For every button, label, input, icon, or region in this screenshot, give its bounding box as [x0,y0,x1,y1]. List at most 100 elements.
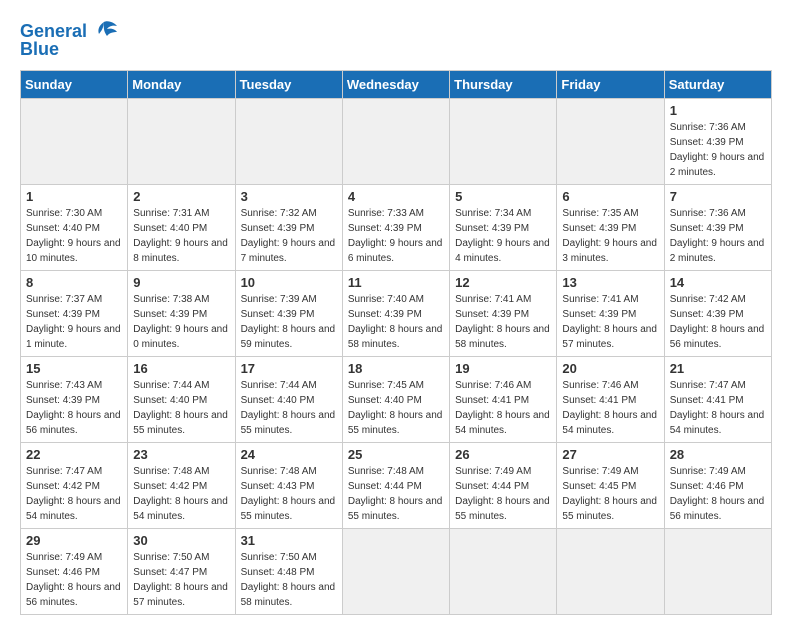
day-header-saturday: Saturday [664,70,771,98]
table-row [235,98,342,184]
table-row: 15 Sunrise: 7:43 AMSunset: 4:39 PMDaylig… [21,356,128,442]
day-info: Sunrise: 7:36 AMSunset: 4:39 PMDaylight:… [670,206,766,266]
day-number: 17 [241,361,337,376]
table-row: 19 Sunrise: 7:46 AMSunset: 4:41 PMDaylig… [450,356,557,442]
day-number: 22 [26,447,122,462]
day-info: Sunrise: 7:41 AMSunset: 4:39 PMDaylight:… [562,292,658,352]
day-info: Sunrise: 7:31 AMSunset: 4:40 PMDaylight:… [133,206,229,266]
day-number: 20 [562,361,658,376]
logo-blue-text: Blue [20,40,59,60]
table-row: 13 Sunrise: 7:41 AMSunset: 4:39 PMDaylig… [557,270,664,356]
table-row: 27 Sunrise: 7:49 AMSunset: 4:45 PMDaylig… [557,442,664,528]
day-info: Sunrise: 7:36 AMSunset: 4:39 PMDaylight:… [670,120,766,180]
day-number: 2 [133,189,229,204]
day-info: Sunrise: 7:38 AMSunset: 4:39 PMDaylight:… [133,292,229,352]
day-number: 29 [26,533,122,548]
table-row: 21 Sunrise: 7:47 AMSunset: 4:41 PMDaylig… [664,356,771,442]
day-info: Sunrise: 7:46 AMSunset: 4:41 PMDaylight:… [455,378,551,438]
table-row: 17 Sunrise: 7:44 AMSunset: 4:40 PMDaylig… [235,356,342,442]
day-info: Sunrise: 7:49 AMSunset: 4:46 PMDaylight:… [26,550,122,610]
day-info: Sunrise: 7:48 AMSunset: 4:44 PMDaylight:… [348,464,444,524]
table-row: 26 Sunrise: 7:49 AMSunset: 4:44 PMDaylig… [450,442,557,528]
day-number: 19 [455,361,551,376]
table-row: 5 Sunrise: 7:34 AMSunset: 4:39 PMDayligh… [450,184,557,270]
table-row [342,98,449,184]
table-row: 7 Sunrise: 7:36 AMSunset: 4:39 PMDayligh… [664,184,771,270]
day-info: Sunrise: 7:32 AMSunset: 4:39 PMDaylight:… [241,206,337,266]
calendar-row: 29 Sunrise: 7:49 AMSunset: 4:46 PMDaylig… [21,528,772,614]
day-number: 24 [241,447,337,462]
calendar-row: 22 Sunrise: 7:47 AMSunset: 4:42 PMDaylig… [21,442,772,528]
table-row: 1 Sunrise: 7:36 AMSunset: 4:39 PMDayligh… [664,98,771,184]
day-number: 7 [670,189,766,204]
day-number: 27 [562,447,658,462]
day-info: Sunrise: 7:47 AMSunset: 4:41 PMDaylight:… [670,378,766,438]
table-row: 10 Sunrise: 7:39 AMSunset: 4:39 PMDaylig… [235,270,342,356]
day-info: Sunrise: 7:44 AMSunset: 4:40 PMDaylight:… [133,378,229,438]
day-number: 10 [241,275,337,290]
logo-bird-icon [89,20,119,44]
day-header-tuesday: Tuesday [235,70,342,98]
day-info: Sunrise: 7:49 AMSunset: 4:44 PMDaylight:… [455,464,551,524]
day-info: Sunrise: 7:48 AMSunset: 4:43 PMDaylight:… [241,464,337,524]
page-header: General Blue [20,20,772,60]
day-number: 15 [26,361,122,376]
day-number: 31 [241,533,337,548]
day-number: 16 [133,361,229,376]
table-row: 6 Sunrise: 7:35 AMSunset: 4:39 PMDayligh… [557,184,664,270]
table-row [128,98,235,184]
day-header-friday: Friday [557,70,664,98]
day-info: Sunrise: 7:50 AMSunset: 4:48 PMDaylight:… [241,550,337,610]
day-number: 25 [348,447,444,462]
calendar-row: 1 Sunrise: 7:30 AMSunset: 4:40 PMDayligh… [21,184,772,270]
day-info: Sunrise: 7:48 AMSunset: 4:42 PMDaylight:… [133,464,229,524]
table-row: 9 Sunrise: 7:38 AMSunset: 4:39 PMDayligh… [128,270,235,356]
day-number: 9 [133,275,229,290]
day-info: Sunrise: 7:43 AMSunset: 4:39 PMDaylight:… [26,378,122,438]
table-row: 8 Sunrise: 7:37 AMSunset: 4:39 PMDayligh… [21,270,128,356]
day-number: 12 [455,275,551,290]
table-row: 23 Sunrise: 7:48 AMSunset: 4:42 PMDaylig… [128,442,235,528]
day-info: Sunrise: 7:41 AMSunset: 4:39 PMDaylight:… [455,292,551,352]
day-header-monday: Monday [128,70,235,98]
day-header-wednesday: Wednesday [342,70,449,98]
day-info: Sunrise: 7:34 AMSunset: 4:39 PMDaylight:… [455,206,551,266]
day-info: Sunrise: 7:35 AMSunset: 4:39 PMDaylight:… [562,206,658,266]
day-number: 1 [26,189,122,204]
table-row [557,98,664,184]
logo: General Blue [20,20,119,60]
table-row: 2 Sunrise: 7:31 AMSunset: 4:40 PMDayligh… [128,184,235,270]
day-header-sunday: Sunday [21,70,128,98]
table-row: 30 Sunrise: 7:50 AMSunset: 4:47 PMDaylig… [128,528,235,614]
table-row: 31 Sunrise: 7:50 AMSunset: 4:48 PMDaylig… [235,528,342,614]
table-row: 29 Sunrise: 7:49 AMSunset: 4:46 PMDaylig… [21,528,128,614]
table-row [21,98,128,184]
table-row: 28 Sunrise: 7:49 AMSunset: 4:46 PMDaylig… [664,442,771,528]
table-row: 18 Sunrise: 7:45 AMSunset: 4:40 PMDaylig… [342,356,449,442]
day-info: Sunrise: 7:47 AMSunset: 4:42 PMDaylight:… [26,464,122,524]
calendar-row: 8 Sunrise: 7:37 AMSunset: 4:39 PMDayligh… [21,270,772,356]
day-number: 28 [670,447,766,462]
day-info: Sunrise: 7:37 AMSunset: 4:39 PMDaylight:… [26,292,122,352]
day-number: 21 [670,361,766,376]
table-row [450,98,557,184]
day-info: Sunrise: 7:42 AMSunset: 4:39 PMDaylight:… [670,292,766,352]
day-number: 23 [133,447,229,462]
table-row: 16 Sunrise: 7:44 AMSunset: 4:40 PMDaylig… [128,356,235,442]
calendar-row: 1 Sunrise: 7:36 AMSunset: 4:39 PMDayligh… [21,98,772,184]
day-number: 18 [348,361,444,376]
table-row: 11 Sunrise: 7:40 AMSunset: 4:39 PMDaylig… [342,270,449,356]
day-number: 1 [670,103,766,118]
day-number: 5 [455,189,551,204]
day-info: Sunrise: 7:49 AMSunset: 4:45 PMDaylight:… [562,464,658,524]
table-row: 24 Sunrise: 7:48 AMSunset: 4:43 PMDaylig… [235,442,342,528]
day-header-thursday: Thursday [450,70,557,98]
day-info: Sunrise: 7:40 AMSunset: 4:39 PMDaylight:… [348,292,444,352]
day-number: 26 [455,447,551,462]
calendar-table: SundayMondayTuesdayWednesdayThursdayFrid… [20,70,772,615]
day-info: Sunrise: 7:30 AMSunset: 4:40 PMDaylight:… [26,206,122,266]
day-info: Sunrise: 7:46 AMSunset: 4:41 PMDaylight:… [562,378,658,438]
table-row: 14 Sunrise: 7:42 AMSunset: 4:39 PMDaylig… [664,270,771,356]
day-info: Sunrise: 7:45 AMSunset: 4:40 PMDaylight:… [348,378,444,438]
day-number: 14 [670,275,766,290]
